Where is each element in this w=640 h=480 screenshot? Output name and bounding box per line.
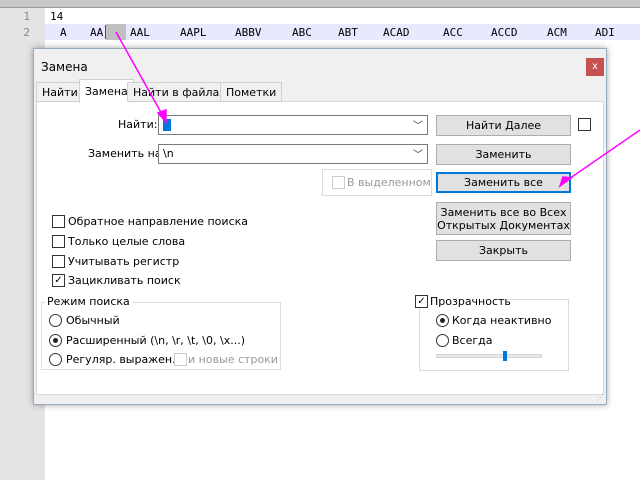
arrow-to-find-input	[115, 31, 164, 117]
arrow-to-replace-all	[565, 129, 640, 182]
annotation-arrows	[115, 31, 640, 188]
arrow-head	[558, 176, 573, 188]
arrow-head	[156, 108, 167, 124]
